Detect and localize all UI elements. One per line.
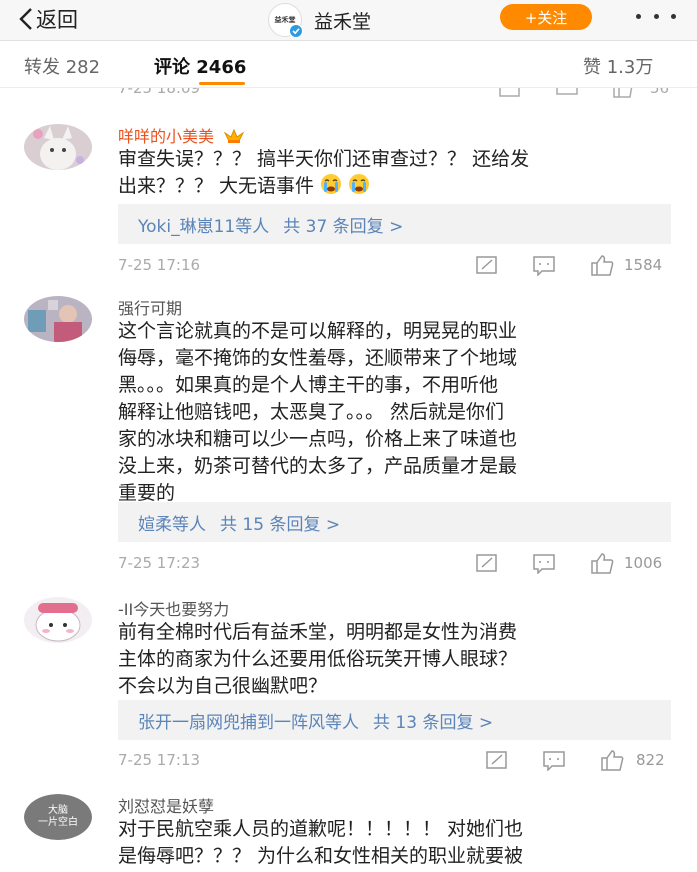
like-icon[interactable] — [590, 552, 614, 574]
repost-icon[interactable] — [475, 254, 499, 276]
comment-text: 对于民航空乘人员的道歉呢！！！！！ 对她们也 是侮辱吧？？？ 为什么和女性相关的… — [118, 816, 678, 870]
comment-meta: 7-25 17:16 1584 — [118, 254, 671, 278]
comment-time: 7-25 17:16 — [118, 256, 201, 274]
comment-line: 审查失误？？？ 搞半天你们还审查过？？ 还给发 — [118, 148, 530, 170]
tab-bar: 转发 282 评论 2466 赞 1.3万 — [0, 41, 697, 88]
repost-icon[interactable] — [485, 749, 509, 771]
comment-text: 审查失误？？？ 搞半天你们还审查过？？ 还给发 出来？？？ 大无语事件 — [118, 146, 678, 200]
page-title: 益禾堂 — [314, 10, 372, 33]
chevron-left-icon — [19, 8, 32, 30]
like-count: 1584 — [624, 256, 663, 274]
comment-line: 是侮辱吧？？？ 为什么和女性相关的职业就要被 — [118, 845, 524, 867]
tab-likes-label: 赞 — [583, 57, 601, 78]
comment-icon[interactable] — [532, 254, 556, 276]
reply-users: 媗柔等人 — [138, 514, 206, 535]
comment-line: 黑。。。如果真的是个人博主干的事，不用听他 — [118, 374, 499, 396]
avatar[interactable]: 大脑 一片空白 — [24, 794, 92, 840]
tab-comments-label: 评论 — [154, 57, 190, 78]
previous-comment-meta: 7-25 18:09 56 — [0, 88, 697, 100]
back-label: 返回 — [36, 8, 78, 32]
tab-reposts-count: 282 — [65, 57, 101, 78]
back-button[interactable]: 返回 — [18, 4, 78, 34]
repost-icon[interactable] — [475, 552, 499, 574]
avatar-text: 大脑 — [48, 805, 68, 816]
nav-bar: 返回 益禾堂 益禾堂 +关注 — [0, 0, 697, 41]
logo-text: 益禾堂 — [274, 16, 296, 24]
more-options-icon[interactable] — [636, 8, 676, 24]
comment-text: 这个言论就真的不是可以解释的，明晃晃的职业 侮辱，毫不掩饰的女性羞辱，还顺带来了… — [118, 318, 678, 507]
active-tab-indicator — [199, 82, 245, 85]
avatar[interactable] — [24, 124, 92, 170]
like-count: 822 — [636, 751, 665, 769]
comment-meta: 7-25 17:23 1006 — [118, 552, 671, 576]
vip-crown-icon — [223, 128, 245, 143]
comment-line: 不会以为自己很幽默吧？ — [118, 675, 328, 697]
avatar[interactable] — [24, 597, 92, 643]
comment-icon[interactable] — [555, 88, 579, 98]
tab-reposts[interactable]: 转发 282 — [24, 53, 100, 79]
like-count: 1006 — [624, 554, 663, 572]
comment-time: 7-25 17:13 — [118, 751, 201, 769]
comment-text: 前有全棉时代后有益禾堂，明明都是女性为消费 主体的商家为什么还要用低俗玩笑开博人… — [118, 619, 678, 700]
comment-time: 7-25 18:09 — [118, 88, 201, 97]
avatar[interactable] — [24, 296, 92, 342]
username[interactable]: 强行可期 — [118, 295, 182, 319]
comment-meta: 7-25 17:13 822 — [118, 749, 671, 773]
reply-total: 共 15 条回复 > — [220, 514, 341, 535]
like-icon[interactable] — [612, 88, 636, 98]
like-icon[interactable] — [590, 254, 614, 276]
reply-summary[interactable]: Yoki_琳崽11等人 共 37 条回复 > — [118, 204, 671, 244]
username[interactable]: 刘怼怼是妖孽 — [118, 793, 214, 817]
comment-line: 对于民航空乘人员的道歉呢！！！！！ 对她们也 — [118, 818, 524, 840]
comment-icon[interactable] — [532, 552, 556, 574]
account-avatar[interactable]: 益禾堂 — [268, 3, 303, 38]
reply-users: 张开一扇网兜捕到一阵风等人 — [138, 712, 359, 733]
comment-line-with-emoji: 出来？？？ 大无语事件 — [118, 173, 678, 200]
crying-emoji-icon — [349, 174, 370, 194]
username[interactable]: 咩咩的小美美 — [118, 123, 245, 147]
comment-line: 解释让他赔钱吧，太恶臭了。。。 然后就是你们 — [118, 401, 505, 423]
repost-icon[interactable] — [498, 88, 522, 98]
username-label: 咩咩的小美美 — [118, 127, 215, 146]
account-title[interactable]: 益禾堂 益禾堂 — [268, 3, 372, 38]
crying-emoji-icon — [321, 174, 342, 194]
comment-time: 7-25 17:23 — [118, 554, 201, 572]
verified-badge-icon — [289, 24, 303, 38]
avatar-text: 一片空白 — [38, 817, 78, 828]
comment-line: 家的冰块和糖可以少一点吗，价格上来了味道也 — [118, 428, 518, 450]
tab-comments-count: 2466 — [196, 57, 247, 78]
comment-line: 这个言论就真的不是可以解释的，明晃晃的职业 — [118, 320, 518, 342]
tab-comments[interactable]: 评论 2466 — [154, 53, 246, 79]
tab-likes[interactable]: 赞 1.3万 — [583, 53, 653, 79]
like-count: 56 — [650, 88, 670, 97]
comment-icon[interactable] — [542, 749, 566, 771]
like-icon[interactable] — [600, 749, 624, 771]
follow-button[interactable]: +关注 — [500, 4, 592, 30]
comment-line: 主体的商家为什么还要用低俗玩笑开博人眼球？ — [118, 648, 518, 670]
reply-total: 共 37 条回复 > — [283, 216, 404, 237]
reply-users: Yoki_琳崽11等人 — [138, 216, 270, 237]
reply-total: 共 13 条回复 > — [373, 712, 494, 733]
comment-line: 前有全棉时代后有益禾堂，明明都是女性为消费 — [118, 621, 518, 643]
reply-summary[interactable]: 张开一扇网兜捕到一阵风等人 共 13 条回复 > — [118, 700, 671, 740]
comment-line: 出来？？？ 大无语事件 — [118, 175, 315, 197]
comment-line: 没上来，奶茶可替代的太多了，产品质量才是最 — [118, 455, 518, 477]
comment-line: 侮辱，毫不掩饰的女性羞辱，还顺带来了个地域 — [118, 347, 518, 369]
tab-reposts-label: 转发 — [24, 57, 60, 78]
username[interactable]: -II今天也要努力 — [118, 596, 229, 620]
tab-likes-count: 1.3万 — [606, 57, 654, 78]
reply-summary[interactable]: 媗柔等人 共 15 条回复 > — [118, 502, 671, 542]
